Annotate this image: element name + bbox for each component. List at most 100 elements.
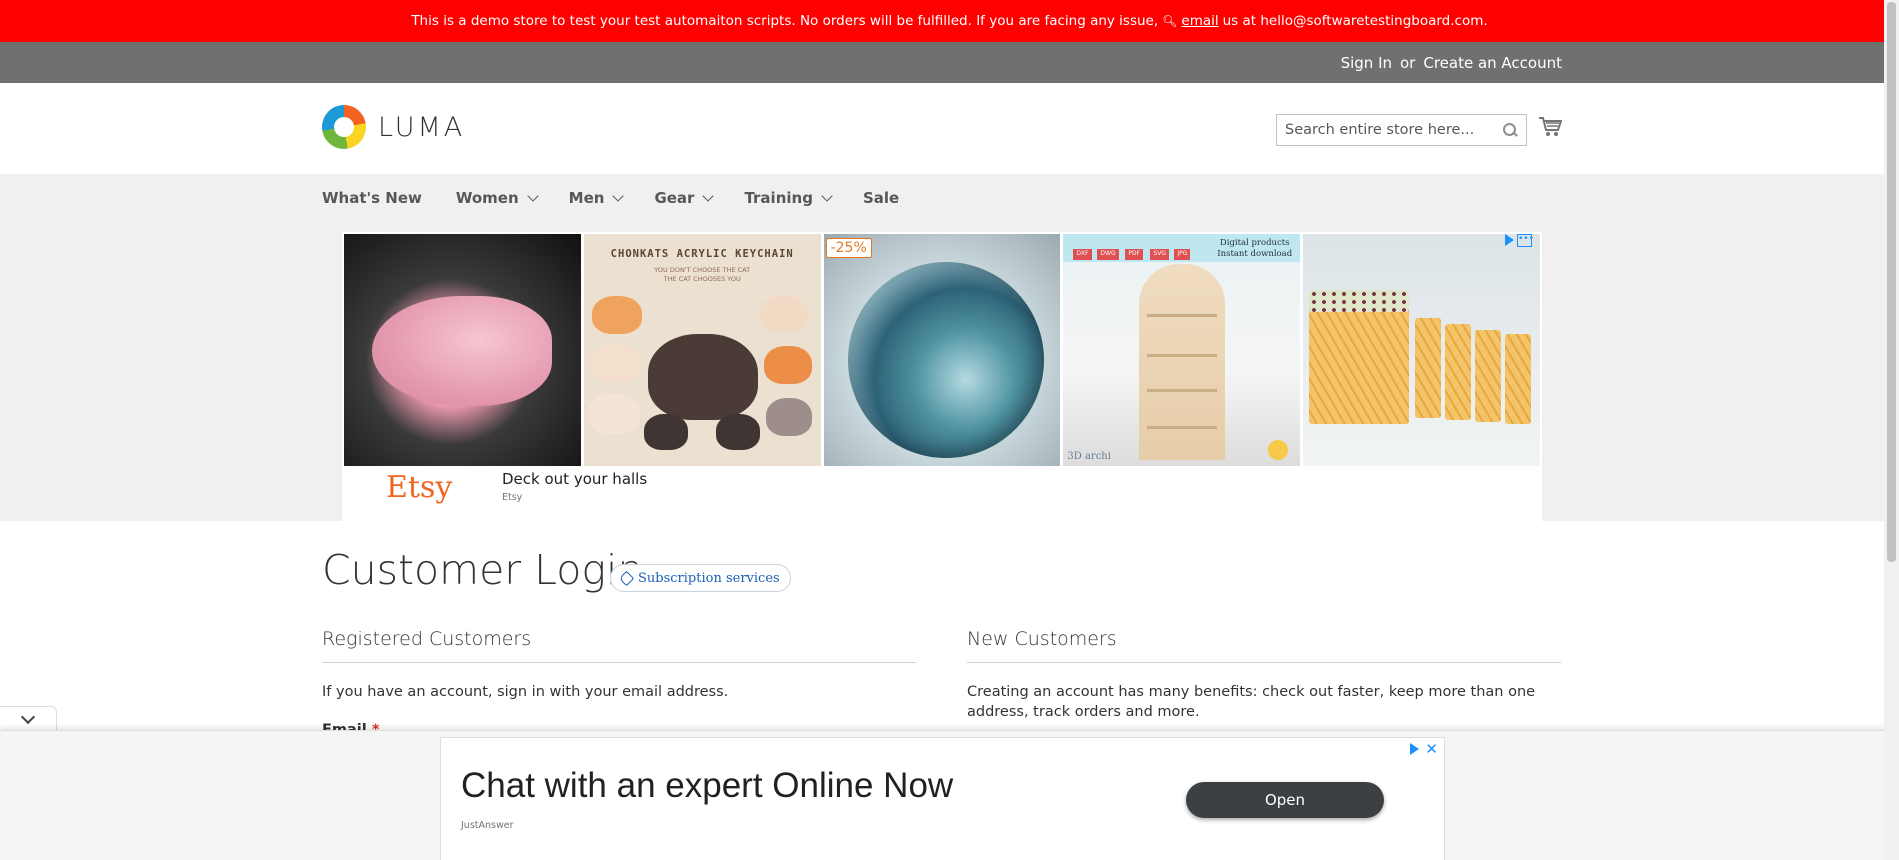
ad-image-tiles: CHONKATS ACRYLIC KEYCHAIN YOU DON'T CHOO… bbox=[344, 234, 1540, 466]
search-icon[interactable] bbox=[1502, 122, 1518, 138]
pink-sculpture-image bbox=[372, 296, 552, 406]
cart-icon[interactable] bbox=[1538, 116, 1562, 138]
registered-customers-text: If you have an account, sign in with you… bbox=[322, 684, 729, 700]
cat-image bbox=[587, 394, 640, 434]
nav-item-training[interactable]: Training bbox=[744, 188, 833, 207]
magnifier-icon: 🔍︎ bbox=[1162, 14, 1178, 28]
adchoices-icon[interactable] bbox=[1505, 234, 1514, 246]
ad-tile-pink-sculpture[interactable] bbox=[344, 234, 581, 466]
logo-text: LUMA bbox=[378, 111, 466, 143]
nav-label: Gear bbox=[654, 188, 695, 207]
collapse-ad-toggle[interactable] bbox=[0, 706, 57, 730]
ad-choices[interactable]: ••• bbox=[1505, 234, 1534, 247]
ad-tile-honeycomb-soap[interactable] bbox=[1303, 234, 1540, 466]
format-tag: JPG bbox=[1174, 249, 1191, 260]
anchor-ad-content[interactable]: Chat with an expert Online Now JustAnswe… bbox=[440, 737, 1445, 860]
anchor-ad-headline[interactable]: Chat with an expert Online Now bbox=[461, 766, 953, 806]
format-tag: DWG bbox=[1097, 249, 1119, 260]
digital-products-text: Digital products Instant download bbox=[1217, 238, 1292, 260]
nav-item-women[interactable]: Women bbox=[455, 188, 539, 207]
shelf-line bbox=[1147, 426, 1218, 429]
search-input[interactable] bbox=[1285, 122, 1502, 138]
nav-label: Training bbox=[744, 188, 813, 207]
close-icon[interactable]: ✕ bbox=[1425, 740, 1438, 758]
demo-notice-text-after: us at hello@softwaretestingboard.com. bbox=[1222, 13, 1488, 29]
more-options-icon[interactable]: ••• bbox=[1517, 234, 1534, 247]
discount-badge: -25% bbox=[825, 238, 872, 258]
cat-image bbox=[589, 344, 640, 382]
etsy-ad-banner[interactable]: CHONKATS ACRYLIC KEYCHAIN YOU DON'T CHOO… bbox=[342, 232, 1542, 684]
create-account-link[interactable]: Create an Account bbox=[1423, 54, 1562, 72]
keychain-subtitle-line2: THE CAT CHOOSES YOU bbox=[663, 275, 741, 283]
nav-item-whats-new[interactable]: What's New bbox=[322, 189, 422, 207]
nav-section: What's New Women Men Gear Training Sale bbox=[0, 174, 1899, 684]
soap-bar-image bbox=[1505, 334, 1532, 424]
tag-icon bbox=[618, 570, 635, 586]
glass-pendant-image bbox=[847, 262, 1044, 458]
soap-bar-image bbox=[1475, 330, 1502, 422]
ad-footer[interactable]: Etsy Deck out your halls Etsy bbox=[344, 468, 1540, 512]
shelf-line bbox=[1147, 314, 1218, 317]
download-icon bbox=[1268, 440, 1289, 460]
format-tag: PDF bbox=[1125, 249, 1144, 260]
3d-archi-brand: 3D archi bbox=[1067, 451, 1111, 462]
ad-headline[interactable]: Deck out your halls bbox=[502, 470, 647, 488]
scrollbar-thumb[interactable] bbox=[1887, 2, 1896, 562]
chevron-down-icon bbox=[821, 189, 833, 202]
shelf-line bbox=[1147, 389, 1218, 392]
digital-products-line2: Instant download bbox=[1217, 249, 1293, 259]
new-customers-text: Creating an account has many benefits: c… bbox=[967, 684, 1536, 720]
nav-label: Women bbox=[455, 188, 519, 207]
nav-label: Men bbox=[568, 188, 605, 207]
luma-logo-icon bbox=[322, 105, 366, 149]
cat-image bbox=[763, 346, 812, 384]
cat-image bbox=[647, 334, 758, 420]
anchor-ad: Chat with an expert Online Now JustAnswe… bbox=[0, 730, 1899, 860]
new-customers-block: New Customers Creating an account has ma… bbox=[967, 628, 1561, 722]
demo-notice-bar: This is a demo store to test your test a… bbox=[0, 0, 1899, 42]
nav-label: What's New bbox=[322, 188, 422, 207]
nav-label: Sale bbox=[862, 188, 900, 207]
shelf-line bbox=[1147, 354, 1218, 357]
nav-item-men[interactable]: Men bbox=[568, 188, 625, 207]
cat-image bbox=[643, 414, 688, 450]
luma-logo[interactable]: LUMA bbox=[322, 105, 465, 149]
open-button[interactable]: Open bbox=[1186, 782, 1384, 818]
cat-image bbox=[765, 398, 812, 436]
sign-in-link[interactable]: Sign In bbox=[1341, 54, 1392, 72]
soap-bar-image bbox=[1415, 318, 1442, 418]
demo-notice-text: This is a demo store to test your test a… bbox=[411, 13, 1159, 29]
chevron-down-icon bbox=[526, 189, 539, 202]
ad-tile-digital-shelf[interactable]: DXF DWG PDF SVG JPG Digital products Ins… bbox=[1063, 234, 1301, 466]
page-title: Customer Login bbox=[322, 546, 644, 594]
main-nav: What's New Women Men Gear Training Sale bbox=[322, 174, 933, 221]
wooden-shelf-image bbox=[1139, 264, 1226, 460]
ad-tile-glass-pendant[interactable]: -25% bbox=[823, 234, 1061, 466]
subscription-services-chip[interactable]: Subscription services bbox=[610, 564, 791, 592]
subscription-chip-label: Subscription services bbox=[638, 570, 780, 586]
ad-tile-keychain[interactable]: CHONKATS ACRYLIC KEYCHAIN YOU DON'T CHOO… bbox=[583, 234, 821, 466]
soap-topping bbox=[1309, 290, 1410, 312]
keychain-subtitle-line1: YOU DON'T CHOOSE THE CAT bbox=[654, 266, 751, 274]
anchor-ad-advertiser: JustAnswer bbox=[461, 820, 514, 831]
cat-image bbox=[759, 296, 808, 332]
nav-item-gear[interactable]: Gear bbox=[654, 188, 715, 207]
keychain-subtitle: YOU DON'T CHOOSE THE CAT THE CAT CHOOSES… bbox=[584, 266, 821, 284]
nav-item-sale[interactable]: Sale bbox=[863, 189, 899, 207]
digital-products-line1: Digital products bbox=[1219, 238, 1290, 248]
cat-image bbox=[591, 296, 642, 334]
chevron-down-icon bbox=[20, 709, 36, 725]
anchor-ad-choices: ✕ bbox=[1410, 740, 1438, 758]
etsy-logo: Etsy bbox=[386, 470, 453, 505]
new-customers-title: New Customers bbox=[967, 628, 1561, 663]
panel-header: Sign In or Create an Account bbox=[0, 42, 1899, 83]
keychain-title: CHONKATS ACRYLIC KEYCHAIN bbox=[610, 248, 794, 260]
header-content: LUMA bbox=[0, 83, 1899, 174]
search-box bbox=[1276, 114, 1527, 146]
adchoices-icon[interactable] bbox=[1410, 743, 1420, 755]
soap-bar-image bbox=[1309, 304, 1410, 424]
format-tag: DXF bbox=[1073, 249, 1092, 260]
registered-customers-title: Registered Customers bbox=[322, 628, 916, 663]
page-scrollbar[interactable] bbox=[1884, 0, 1899, 860]
email-link[interactable]: email bbox=[1181, 13, 1218, 29]
